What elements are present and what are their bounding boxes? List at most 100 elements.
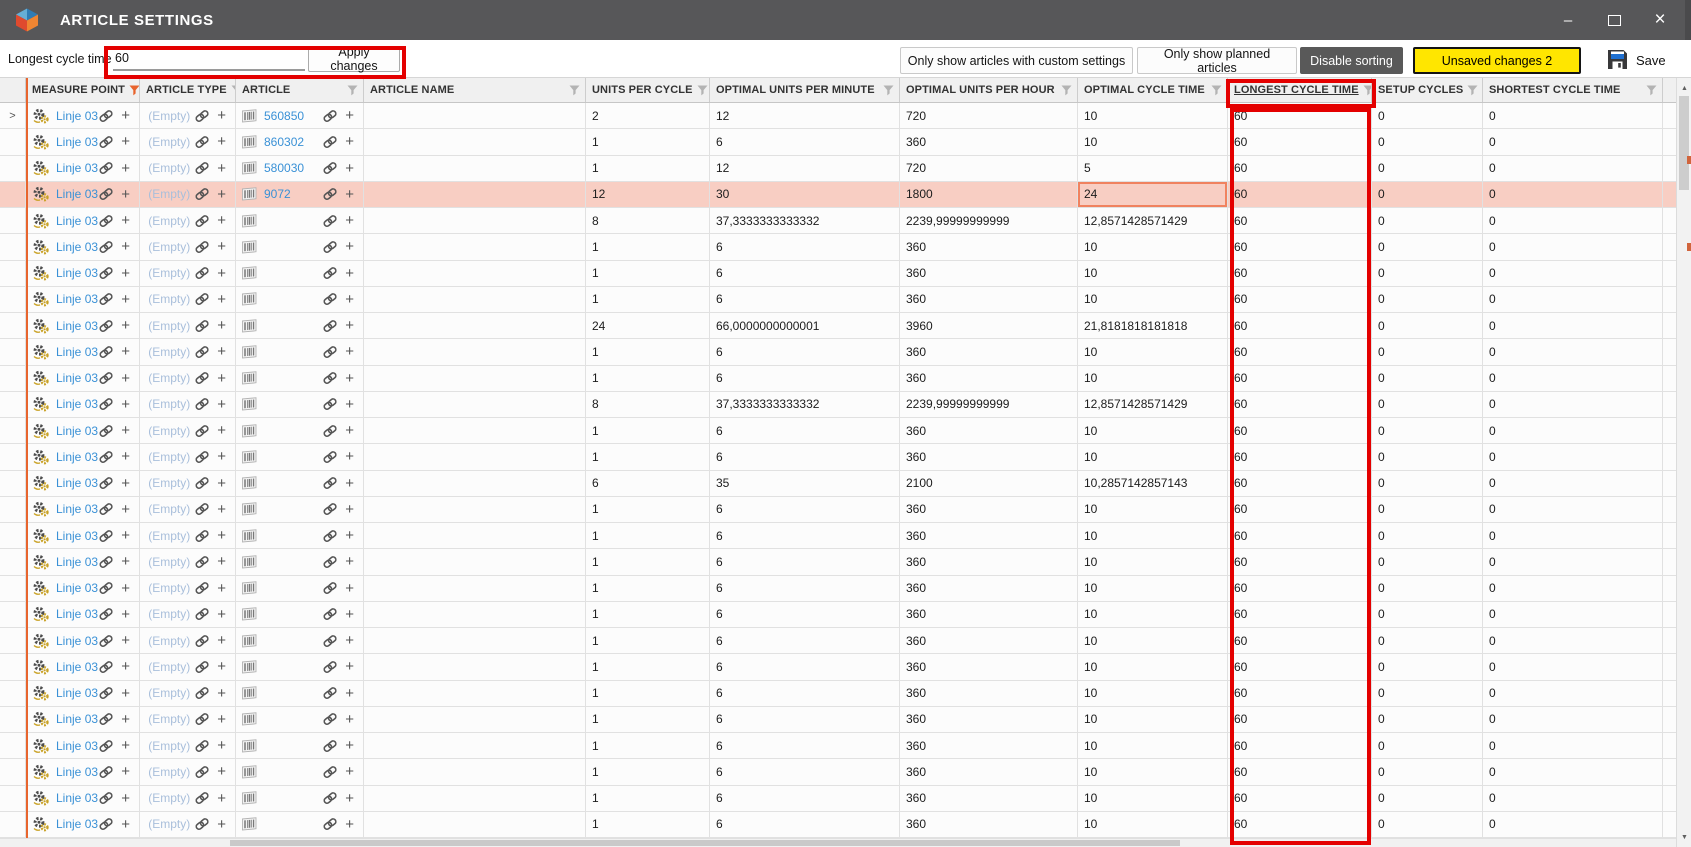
plus-icon[interactable]: +: [345, 686, 354, 701]
plus-icon[interactable]: +: [121, 344, 130, 359]
longest-cycle-time-input[interactable]: [113, 47, 305, 71]
chain-link-icon[interactable]: [194, 292, 210, 306]
cell-longest-cycle-time[interactable]: 60: [1228, 103, 1372, 128]
article-link[interactable]: 560850: [264, 109, 304, 123]
column-header-units-per-cycle[interactable]: UNITS PER CYCLE: [586, 78, 710, 102]
row-indicator[interactable]: >: [0, 103, 26, 128]
cell-shortest-cycle-time[interactable]: 0: [1483, 628, 1663, 653]
cell-article-name[interactable]: [364, 129, 586, 154]
chain-link-icon[interactable]: [98, 607, 114, 621]
cell-optimal-units-per-minute[interactable]: 6: [710, 497, 900, 522]
cell-setup-cycles[interactable]: 0: [1372, 366, 1483, 391]
chain-link-icon[interactable]: [98, 502, 114, 516]
close-button[interactable]: ×: [1637, 0, 1683, 40]
cell-article[interactable]: 560850 +: [236, 103, 364, 128]
cell-longest-cycle-time[interactable]: 60: [1228, 759, 1372, 784]
cell-article[interactable]: +: [236, 366, 364, 391]
cell-setup-cycles[interactable]: 0: [1372, 497, 1483, 522]
row-indicator[interactable]: [0, 156, 26, 181]
cell-optimal-units-per-hour[interactable]: 360: [900, 681, 1078, 706]
cell-measure-point[interactable]: Linje 03 +: [26, 681, 140, 706]
cell-setup-cycles[interactable]: 0: [1372, 628, 1483, 653]
chain-link-icon[interactable]: [322, 712, 338, 726]
chain-link-icon[interactable]: [194, 712, 210, 726]
chain-link-icon[interactable]: [194, 161, 210, 175]
plus-icon[interactable]: +: [345, 581, 354, 596]
table-row[interactable]: Linje 03 +(Empty) + +16360106000: [0, 812, 1676, 838]
plus-icon[interactable]: +: [345, 344, 354, 359]
row-indicator[interactable]: [0, 602, 26, 627]
cell-optimal-units-per-minute[interactable]: 6: [710, 628, 900, 653]
cell-optimal-units-per-hour[interactable]: 360: [900, 418, 1078, 443]
cell-measure-point[interactable]: Linje 03 +: [26, 733, 140, 758]
cell-optimal-units-per-hour[interactable]: 360: [900, 602, 1078, 627]
cell-article-name[interactable]: [364, 103, 586, 128]
cell-optimal-units-per-minute[interactable]: 6: [710, 234, 900, 259]
cell-setup-cycles[interactable]: 0: [1372, 654, 1483, 679]
measure-point-link[interactable]: Linje 03: [56, 397, 98, 411]
plus-icon[interactable]: +: [345, 554, 354, 569]
cell-article-type[interactable]: (Empty) +: [140, 313, 236, 338]
cell-setup-cycles[interactable]: 0: [1372, 339, 1483, 364]
cell-article-name[interactable]: [364, 654, 586, 679]
cell-optimal-units-per-hour[interactable]: 360: [900, 549, 1078, 574]
cell-article[interactable]: +: [236, 812, 364, 837]
cell-setup-cycles[interactable]: 0: [1372, 103, 1483, 128]
plus-icon[interactable]: +: [345, 239, 354, 254]
measure-point-link[interactable]: Linje 03: [56, 791, 98, 805]
measure-point-link[interactable]: Linje 03: [56, 581, 98, 595]
cell-article-name[interactable]: [364, 812, 586, 837]
apply-changes-button[interactable]: Apply changes: [308, 46, 400, 72]
chain-link-icon[interactable]: [98, 739, 114, 753]
chain-link-icon[interactable]: [194, 791, 210, 805]
cell-longest-cycle-time[interactable]: 60: [1228, 549, 1372, 574]
cell-article-name[interactable]: [364, 313, 586, 338]
plus-icon[interactable]: +: [121, 476, 130, 491]
cell-article-type[interactable]: (Empty) +: [140, 339, 236, 364]
plus-icon[interactable]: +: [345, 423, 354, 438]
cell-shortest-cycle-time[interactable]: 0: [1483, 208, 1663, 233]
cell-article[interactable]: +: [236, 339, 364, 364]
measure-point-link[interactable]: Linje 03: [56, 109, 98, 123]
plus-icon[interactable]: +: [121, 791, 130, 806]
cell-longest-cycle-time[interactable]: 60: [1228, 182, 1372, 207]
cell-optimal-units-per-hour[interactable]: 360: [900, 366, 1078, 391]
filter-icon[interactable]: [1642, 85, 1657, 96]
cell-optimal-units-per-hour[interactable]: 360: [900, 287, 1078, 312]
plus-icon[interactable]: +: [121, 607, 130, 622]
cell-optimal-units-per-hour[interactable]: 360: [900, 497, 1078, 522]
filter-icon[interactable]: [693, 85, 708, 96]
cell-article-name[interactable]: [364, 182, 586, 207]
chain-link-icon[interactable]: [194, 765, 210, 779]
cell-optimal-units-per-minute[interactable]: 6: [710, 576, 900, 601]
cell-longest-cycle-time[interactable]: 60: [1228, 366, 1372, 391]
cell-longest-cycle-time[interactable]: 60: [1228, 234, 1372, 259]
cell-article[interactable]: +: [236, 733, 364, 758]
plus-icon[interactable]: +: [217, 528, 226, 543]
cell-measure-point[interactable]: Linje 03 +: [26, 366, 140, 391]
cell-optimal-cycle-time[interactable]: 10: [1078, 628, 1228, 653]
cell-measure-point[interactable]: Linje 03 +: [26, 759, 140, 784]
cell-article[interactable]: 9072 +: [236, 182, 364, 207]
cell-longest-cycle-time[interactable]: 60: [1228, 418, 1372, 443]
cell-units-per-cycle[interactable]: 1: [586, 812, 710, 837]
chain-link-icon[interactable]: [98, 634, 114, 648]
cell-article[interactable]: +: [236, 523, 364, 548]
row-indicator[interactable]: [0, 313, 26, 338]
cell-shortest-cycle-time[interactable]: 0: [1483, 156, 1663, 181]
cell-article-type[interactable]: (Empty) +: [140, 234, 236, 259]
cell-article-name[interactable]: [364, 366, 586, 391]
cell-optimal-cycle-time[interactable]: 10: [1078, 549, 1228, 574]
cell-shortest-cycle-time[interactable]: 0: [1483, 129, 1663, 154]
plus-icon[interactable]: +: [217, 239, 226, 254]
cell-setup-cycles[interactable]: 0: [1372, 156, 1483, 181]
cell-longest-cycle-time[interactable]: 60: [1228, 129, 1372, 154]
filter-icon[interactable]: [1207, 85, 1222, 96]
cell-optimal-units-per-hour[interactable]: 360: [900, 339, 1078, 364]
cell-longest-cycle-time[interactable]: 60: [1228, 681, 1372, 706]
cell-setup-cycles[interactable]: 0: [1372, 444, 1483, 469]
filter-icon[interactable]: [879, 85, 894, 96]
cell-setup-cycles[interactable]: 0: [1372, 681, 1483, 706]
cell-optimal-cycle-time[interactable]: 10: [1078, 366, 1228, 391]
chain-link-icon[interactable]: [322, 292, 338, 306]
